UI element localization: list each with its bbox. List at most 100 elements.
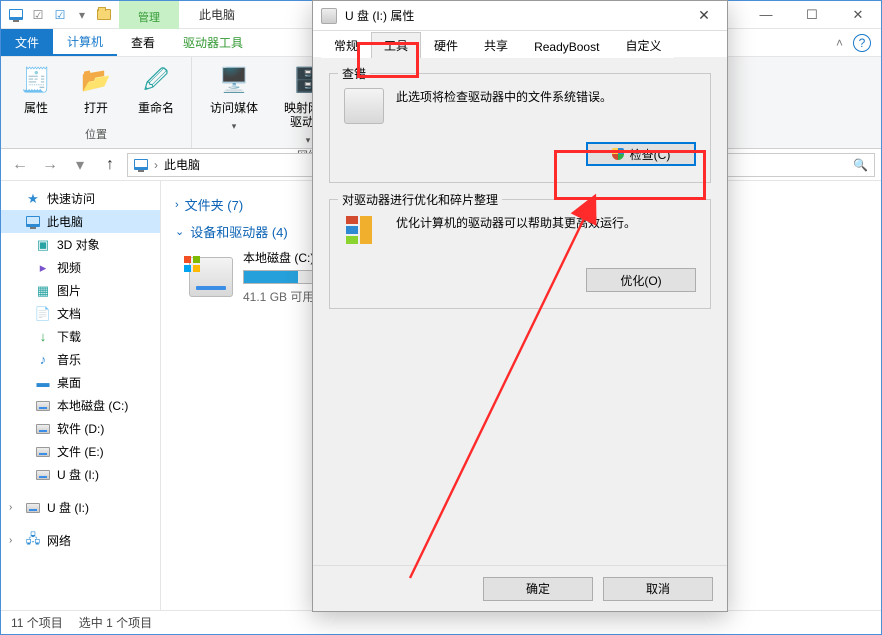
disk-icon (35, 444, 51, 460)
ok-button[interactable]: 确定 (483, 577, 593, 601)
nav-item[interactable]: ▣3D 对象 (1, 233, 160, 256)
cube-icon: ▣ (35, 237, 51, 253)
nav-item[interactable]: 本地磁盘 (C:) (1, 394, 160, 417)
open-icon: 📂 (80, 65, 112, 97)
desk-icon: ▬ (35, 375, 51, 391)
properties-icon: 🧾 (20, 65, 52, 97)
dialog-tab[interactable]: 常规 (321, 32, 371, 58)
search-icon: 🔍 (853, 158, 868, 172)
nav-recent-dropdown[interactable]: ▾ (67, 152, 93, 178)
nav-item[interactable]: › U 盘 (I:) (1, 496, 160, 519)
down-icon: ↓ (35, 329, 51, 345)
star-icon: ★ (25, 191, 41, 207)
dialog-body: 查错 此选项将检查驱动器中的文件系统错误。 检查(C) 对驱动器进行优化和碎片整… (313, 57, 727, 565)
navigation-pane[interactable]: ★ 快速访问此电脑 ▣3D 对象 ▸ 视频 ▦图片📄文档↓下载 ♪ 音乐 ▬ 桌面本地磁盘 (C:… (1, 181, 161, 610)
ribbon-group-location: 🧾 属性 📂 打开 🖉 重命名 位置 (1, 57, 192, 148)
ribbon-group-label-location: 位置 (85, 126, 107, 144)
fieldset-check-errors: 查错 此选项将检查驱动器中的文件系统错误。 检查(C) (329, 73, 711, 183)
dialog-tab[interactable]: 硬件 (421, 32, 471, 58)
dropdown-icon: ▾ (232, 119, 237, 133)
nav-item-label: 文件 (E:) (57, 443, 104, 460)
nav-back-button[interactable]: ← (7, 152, 33, 178)
drive-icon (321, 8, 337, 24)
cancel-button[interactable]: 取消 (603, 577, 713, 601)
tab-drive-tools[interactable]: 驱动器工具 (169, 29, 257, 56)
tree-arrow-icon: › (9, 502, 19, 513)
nav-item[interactable]: ★ 快速访问 (1, 187, 160, 210)
tab-file[interactable]: 文件 (1, 29, 53, 56)
nav-forward-button[interactable]: → (37, 152, 63, 178)
optimize-description: 优化计算机的驱动器可以帮助其更高效运行。 (396, 214, 696, 232)
nav-item[interactable]: 软件 (D:) (1, 417, 160, 440)
chevron-right-icon: › (175, 199, 179, 211)
qat-properties-icon[interactable]: ☑ (51, 6, 69, 24)
nav-up-button[interactable]: ↑ (97, 152, 123, 178)
nav-item-label: U 盘 (I:) (47, 499, 89, 516)
dialog-titlebar[interactable]: U 盘 (I:) 属性 ✕ (313, 1, 727, 31)
dropdown-icon: ▾ (306, 133, 311, 147)
dialog-close-button[interactable]: ✕ (689, 7, 719, 24)
disk-icon (35, 398, 51, 414)
nav-item-label: 视频 (57, 259, 81, 276)
nav-item[interactable]: 文件 (E:) (1, 440, 160, 463)
status-selected-count: 选中 1 个项目 (79, 614, 152, 631)
nav-item-label: 此电脑 (47, 213, 83, 230)
window-title: 此电脑 (199, 6, 235, 23)
nav-item[interactable]: 此电脑 (1, 210, 160, 233)
help-icon[interactable]: ? (853, 34, 871, 52)
ribbon-properties[interactable]: 🧾 属性 (9, 61, 63, 115)
nav-item[interactable]: ›🖧网络 (1, 529, 160, 552)
close-button[interactable]: ✕ (835, 1, 881, 29)
nav-item[interactable]: ↓下载 (1, 325, 160, 348)
dialog-tab[interactable]: 工具 (371, 32, 421, 58)
legend-optimize: 对驱动器进行优化和碎片整理 (338, 191, 502, 208)
ribbon-open[interactable]: 📂 打开 (69, 61, 123, 115)
dialog-tabs: 常规工具硬件共享ReadyBoost自定义 (313, 31, 727, 57)
qat-dropdown-icon[interactable]: ▾ (73, 6, 91, 24)
nav-item[interactable]: ♪ 音乐 (1, 348, 160, 371)
monitor-icon (25, 214, 41, 230)
nav-item[interactable]: ▦图片 (1, 279, 160, 302)
nav-item[interactable]: ▸ 视频 (1, 256, 160, 279)
nav-item[interactable]: ▬ 桌面 (1, 371, 160, 394)
optimize-button[interactable]: 优化(O) (586, 268, 696, 292)
access-media-icon: 🖥️ (218, 65, 250, 97)
disk-icon (344, 88, 384, 124)
music-icon: ♪ (35, 352, 51, 368)
nav-item-label: 软件 (D:) (57, 420, 104, 437)
tab-computer[interactable]: 计算机 (53, 29, 117, 56)
disk-icon (35, 421, 51, 437)
status-bar: 11 个项目 选中 1 个项目 (1, 610, 881, 634)
ribbon-rename[interactable]: 🖉 重命名 (129, 61, 183, 115)
dialog-tab[interactable]: 共享 (471, 32, 521, 58)
nav-item[interactable]: U 盘 (I:) (1, 463, 160, 486)
tab-view[interactable]: 查看 (117, 29, 169, 56)
drive-icon (189, 257, 233, 297)
nav-item-label: U 盘 (I:) (57, 466, 99, 483)
image-icon: ▦ (35, 283, 51, 299)
dialog-tab[interactable]: ReadyBoost (521, 35, 612, 58)
minimize-button[interactable]: — (743, 1, 789, 29)
nav-item-label: 文档 (57, 305, 81, 322)
video-icon: ▸ (35, 260, 51, 276)
ribbon-collapse-icon[interactable]: ˄ (836, 36, 843, 50)
dialog-tab[interactable]: 自定义 (612, 32, 674, 58)
check-button[interactable]: 检查(C) (586, 142, 696, 166)
nav-item-label: 桌面 (57, 374, 81, 391)
maximize-button[interactable]: ☐ (789, 1, 835, 29)
nav-item-label: 快速访问 (47, 190, 95, 207)
breadcrumb-chevron-icon: › (154, 158, 158, 172)
system-menu-icon[interactable] (7, 6, 25, 24)
ribbon-access-media[interactable]: 🖥️ 访问媒体 ▾ (200, 61, 268, 133)
tree-arrow-icon: › (9, 535, 19, 546)
nav-item-label: 音乐 (57, 351, 81, 368)
ribbon-context-tab[interactable]: 管理 (119, 1, 179, 29)
qat-checkbox-icon[interactable]: ☑ (29, 6, 47, 24)
nav-item[interactable]: 📄文档 (1, 302, 160, 325)
window-controls: — ☐ ✕ (743, 1, 881, 29)
pc-icon (134, 159, 148, 170)
qat-newfolder-icon[interactable] (95, 6, 113, 24)
dialog-title: U 盘 (I:) 属性 (345, 7, 414, 24)
rename-icon: 🖉 (140, 65, 172, 97)
defrag-icon (344, 214, 384, 250)
